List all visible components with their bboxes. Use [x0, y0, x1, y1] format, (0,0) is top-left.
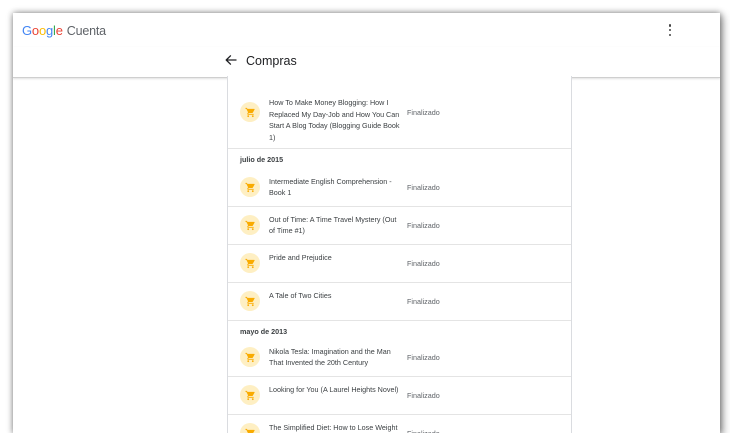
logo-letter: e — [55, 23, 63, 38]
purchase-status: Finalizado — [407, 183, 440, 192]
shopping-cart-icon — [244, 107, 255, 117]
page-header: Compras — [13, 47, 720, 78]
page-title: Compras — [246, 54, 297, 68]
purchase-status: Finalizado — [407, 259, 440, 268]
arrow-left-icon — [225, 55, 237, 65]
purchase-title: Nikola Tesla: Imagination and the Man Th… — [269, 346, 391, 368]
purchase-icon — [240, 177, 260, 197]
purchase-title: Intermediate English Comprehension - Boo… — [269, 176, 392, 198]
purchase-status: Finalizado — [407, 297, 440, 306]
more-vert-icon[interactable] — [665, 22, 675, 38]
purchase-icon — [240, 347, 260, 367]
purchase-title: How To Make Money Blogging: How I Replac… — [269, 98, 400, 142]
google-account-logo[interactable]: Google Cuenta — [22, 23, 106, 38]
purchase-status: Finalizado — [407, 429, 440, 433]
purchase-icon — [240, 102, 260, 122]
back-button[interactable] — [224, 52, 238, 68]
purchase-icon — [240, 291, 260, 311]
purchase-status: Finalizado — [407, 108, 440, 117]
purchase-title: Pride and Prejudice — [269, 252, 332, 262]
logo-letter: G — [22, 23, 32, 38]
kebab-dot — [668, 33, 672, 36]
logo-letter: o — [31, 23, 39, 38]
browser-page: Google Cuenta Compras How To Make Money B… — [13, 13, 720, 433]
purchase-title: Looking for You (A Laurel Heights Novel) — [269, 384, 399, 394]
app-name: Cuenta — [66, 24, 106, 38]
purchase-row[interactable]: The Simplified Diet: How to Lose Weight … — [228, 414, 571, 433]
top-app-bar: Google Cuenta — [13, 13, 720, 47]
purchase-icon — [240, 253, 260, 273]
shopping-cart-icon — [244, 182, 255, 192]
purchase-icon — [240, 385, 260, 405]
shopping-cart-icon — [244, 428, 255, 433]
logo-letter: g — [45, 23, 54, 38]
purchase-row[interactable]: Nikola Tesla: Imagination and the Man Th… — [228, 338, 571, 377]
purchase-icon — [240, 423, 260, 433]
purchase-status: Finalizado — [407, 391, 440, 400]
purchase-row[interactable]: How To Make Money Blogging: How I Replac… — [228, 76, 571, 149]
shopping-cart-icon — [244, 390, 255, 400]
shopping-cart-icon — [244, 352, 255, 362]
kebab-dot — [668, 28, 672, 32]
shopping-cart-icon — [244, 258, 255, 268]
purchase-row[interactable]: Looking for You (A Laurel Heights Novel)… — [228, 376, 571, 415]
purchase-status: Finalizado — [407, 353, 440, 362]
shopping-cart-icon — [244, 220, 255, 230]
purchase-icon — [240, 215, 260, 235]
purchase-title: A Tale of Two Cities — [269, 290, 332, 300]
logo-letter: o — [38, 23, 46, 38]
section-heading: julio de 2015 — [240, 155, 284, 164]
purchase-title: Out of Time: A Time Travel Mystery (Out … — [269, 214, 397, 236]
kebab-dot — [668, 24, 672, 27]
purchase-title: The Simplified Diet: How to Lose Weight … — [269, 422, 398, 432]
purchase-row[interactable]: Pride and Prejudice Finalizado — [228, 244, 571, 283]
purchase-row[interactable]: Intermediate English Comprehension - Boo… — [228, 168, 571, 207]
shopping-cart-icon — [244, 296, 255, 306]
section-heading: mayo de 2013 — [240, 327, 288, 336]
purchase-row[interactable]: Out of Time: A Time Travel Mystery (Out … — [228, 206, 571, 245]
purchase-status: Finalizado — [407, 221, 440, 230]
purchase-row[interactable]: A Tale of Two Cities Finalizado — [228, 282, 571, 321]
purchases-list: How To Make Money Blogging: How I Replac… — [227, 76, 572, 433]
